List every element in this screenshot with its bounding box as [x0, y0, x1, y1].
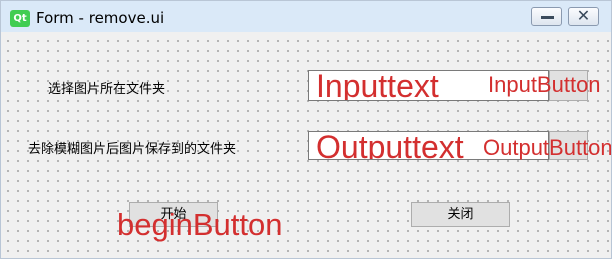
output-button-object-name: OutputButton [483, 135, 612, 160]
minimize-button[interactable] [531, 7, 562, 26]
input-folder-label: 选择图片所在文件夹 [48, 82, 166, 97]
close-button[interactable]: 关闭 [411, 202, 510, 227]
input-text-object-name: Inputtext [316, 70, 439, 101]
close-window-button[interactable]: ✕ [568, 6, 599, 26]
output-text-object-name: Outputtext [316, 131, 464, 160]
input-button-object-name: InputButton [488, 72, 601, 97]
minimize-icon [541, 16, 554, 19]
designer-form-window: Qt Form - remove.ui ✕ 选择图片所在文件夹 Inputtex… [0, 0, 612, 259]
title-bar[interactable]: Qt Form - remove.ui ✕ [1, 1, 611, 32]
begin-button-object-name: beginButton [117, 207, 283, 242]
window-title: Form - remove.ui [36, 9, 165, 27]
output-folder-label: 去除模糊图片后图片保存到的文件夹 [28, 142, 237, 157]
form-canvas: 选择图片所在文件夹 Inputtext InputButton 去除模糊图片后图… [1, 32, 612, 258]
qt-logo-icon: Qt [10, 10, 30, 27]
close-icon: ✕ [576, 6, 591, 25]
